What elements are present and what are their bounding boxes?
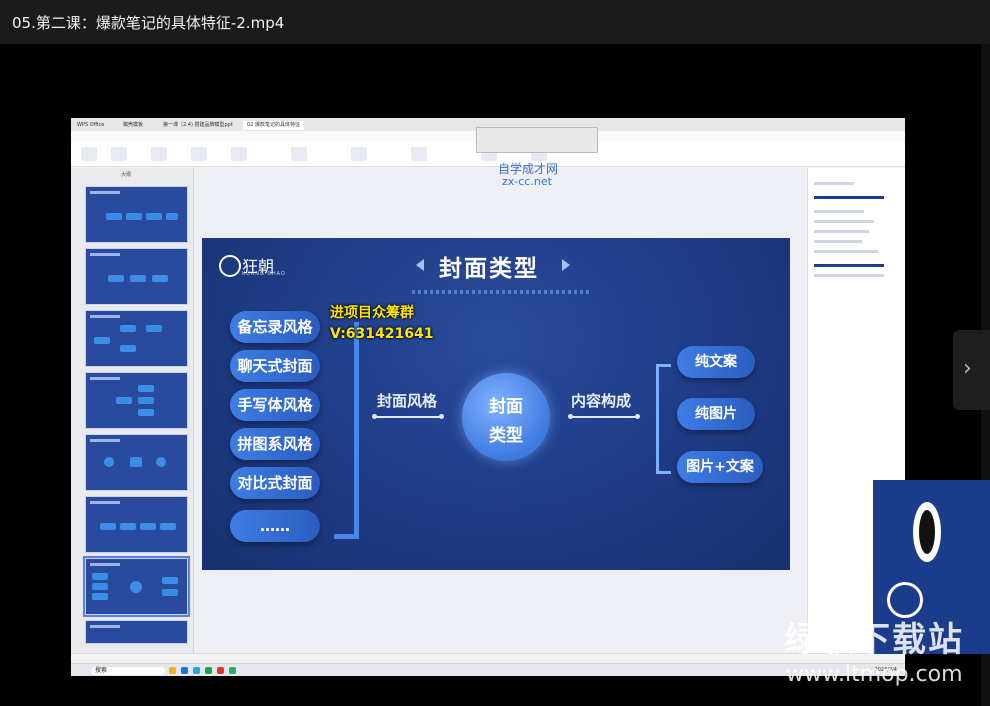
os-taskbar: 搜索 2023/2/4 — [71, 663, 905, 676]
ribbon-button[interactable] — [81, 147, 97, 161]
center-topic-line2: 类型 — [489, 426, 523, 446]
left-connector-arrow — [372, 414, 444, 419]
title-right-arrow-icon — [562, 259, 570, 271]
chevron-right-icon: › — [963, 356, 972, 381]
site-watermark-url: www.ltmop.com — [786, 662, 963, 687]
slide-thumbnail[interactable] — [85, 248, 188, 305]
ribbon-button[interactable] — [191, 147, 207, 161]
tab-wps[interactable]: WPS Office — [77, 121, 104, 130]
left-bracket — [334, 322, 359, 539]
center-topic-circle: 封面 类型 — [462, 373, 550, 461]
slide-thumbnail-panel: 大纲 — [71, 168, 194, 653]
right-connector-arrow — [568, 414, 640, 419]
ribbon-button[interactable] — [351, 147, 367, 161]
slide-thumbnail-selected[interactable] — [83, 556, 190, 617]
slide-thumbnail[interactable] — [85, 620, 188, 644]
edge-icon[interactable] — [193, 667, 200, 674]
promo-overlay-line1: 进项目众筹群 — [330, 305, 414, 321]
slide-thumbnail[interactable] — [85, 496, 188, 553]
title-dotted-divider — [412, 290, 592, 294]
tab-lesson1[interactable]: 第一课（2.4) 搭建品牌模型ppt — [163, 121, 233, 130]
brand-logo-icon — [219, 255, 241, 277]
wps-icon[interactable] — [217, 667, 224, 674]
site-watermark-name: 绿软下载站 — [784, 620, 964, 660]
ribbon-button[interactable] — [291, 147, 307, 161]
brand-logo-subtext: KUANG CHAO — [242, 271, 286, 277]
ribbon-button[interactable] — [231, 147, 247, 161]
watermark-url: zx-cc.net — [502, 175, 552, 188]
right-bracket — [656, 364, 671, 474]
tab-lesson2[interactable]: 02 爆款笔记的具体特征 — [243, 121, 304, 130]
content-type-item: 图片+文案 — [677, 451, 763, 483]
slide-thumbnail[interactable] — [85, 372, 188, 429]
center-topic-line1: 封面 — [489, 397, 523, 417]
cover-style-item: 拼图系风格 — [230, 428, 320, 460]
presentation-slide: 狂朝 KUANG CHAO 封面类型 备忘录风格 聊天式封面 手写体风格 拼图系… — [202, 238, 790, 570]
wechat-icon[interactable] — [229, 667, 236, 674]
app-icon[interactable] — [205, 667, 212, 674]
taskbar-search[interactable]: 搜索 — [91, 667, 165, 675]
window-titlebar: 05.第二课：爆款笔记的具体特征-2.mp4 — [0, 0, 990, 44]
slide-thumbnail[interactable] — [85, 186, 188, 243]
promo-overlay-line2: V:631421641 — [330, 326, 434, 342]
slide-title: 封面类型 — [439, 256, 539, 282]
next-video-button[interactable]: › — [953, 330, 990, 410]
ribbon-button[interactable] — [411, 147, 427, 161]
title-left-arrow-icon — [416, 259, 424, 271]
cover-style-label: 封面风格 — [377, 392, 438, 410]
cover-style-item: 手写体风格 — [230, 389, 320, 421]
cover-style-item: 聊天式封面 — [230, 350, 320, 382]
cover-style-item: …… — [230, 510, 320, 542]
content-type-item: 纯图片 — [677, 398, 755, 430]
content-type-item: 纯文案 — [677, 346, 755, 378]
slide-thumbnail[interactable] — [85, 310, 188, 367]
tab-template[interactable]: 稿壳模板 — [123, 121, 143, 130]
explorer-icon[interactable] — [169, 667, 176, 674]
promo-overlay: 进项目众筹群 V:631421641 — [330, 303, 433, 345]
slide-thumbnail[interactable] — [85, 434, 188, 491]
browser-icon[interactable] — [181, 667, 188, 674]
cover-style-item: 备忘录风格 — [230, 311, 320, 343]
ribbon-button[interactable] — [111, 147, 127, 161]
recording-panel — [476, 127, 598, 153]
panel-label: 大纲 — [121, 172, 132, 178]
ribbon-button[interactable] — [151, 147, 167, 161]
window-title: 05.第二课：爆款笔记的具体特征-2.mp4 — [12, 13, 285, 32]
content-composition-label: 内容构成 — [571, 392, 632, 410]
cover-style-item: 对比式封面 — [230, 467, 320, 499]
